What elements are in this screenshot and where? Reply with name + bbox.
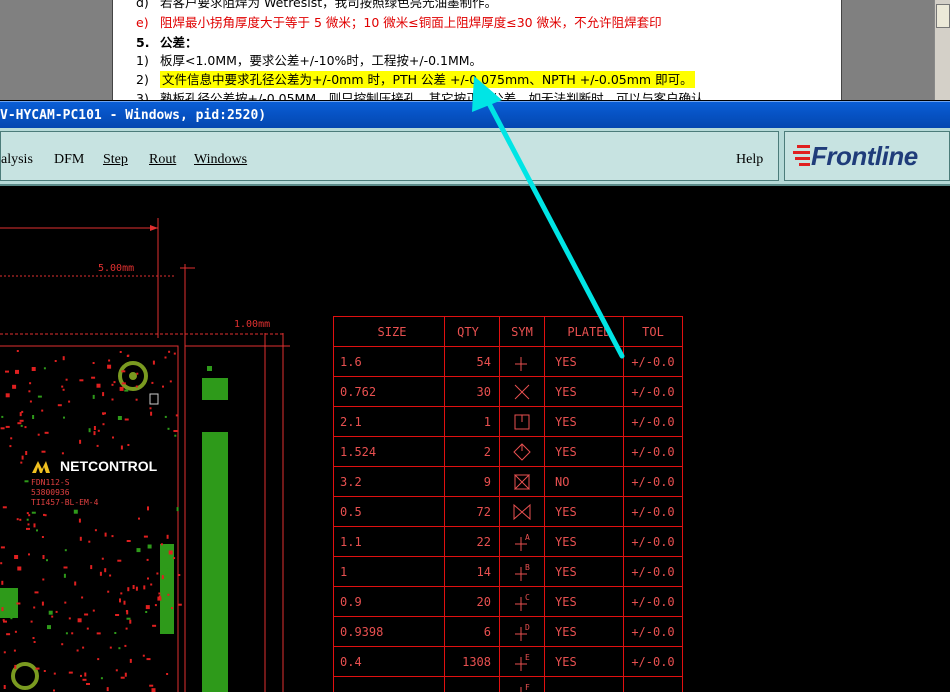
annotation-arrow-icon bbox=[472, 76, 625, 359]
